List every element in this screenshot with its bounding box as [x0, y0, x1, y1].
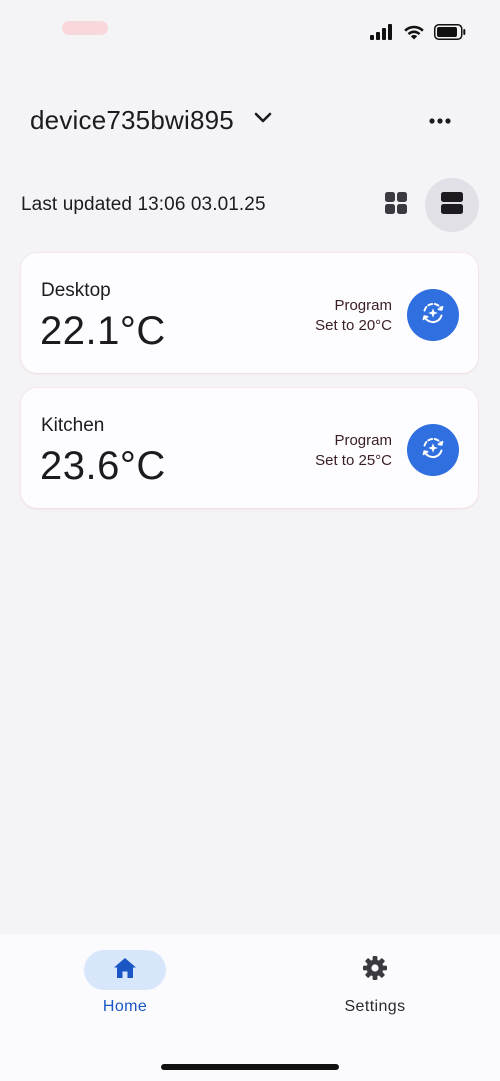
program-setpoint: Set to 25°C: [315, 452, 392, 469]
grid-view-button[interactable]: [369, 178, 423, 232]
room-temperature: 23.6°C: [40, 444, 166, 488]
nav-label-home: Home: [102, 998, 148, 1015]
room-name: Kitchen: [41, 415, 105, 436]
program-button[interactable]: [407, 289, 459, 341]
more-horizontal-icon: [429, 111, 451, 129]
program-button[interactable]: [407, 424, 459, 476]
program-schedule-icon: [419, 299, 447, 332]
status-icons: [370, 24, 466, 45]
room-card-kitchen[interactable]: Kitchen 23.6°C Program Set to 25°C: [21, 388, 478, 508]
gear-icon: [362, 955, 388, 986]
view-toggle: [369, 178, 479, 232]
program-label: Program: [334, 297, 392, 314]
program-setpoint: Set to 20°C: [315, 317, 392, 334]
device-selector[interactable]: device735bwi895: [30, 96, 272, 144]
nav-indicator: [84, 950, 166, 990]
list-view-button[interactable]: [425, 178, 479, 232]
last-updated-text: Last updated 13:06 03.01.25: [21, 194, 266, 215]
status-bar: [0, 0, 500, 60]
battery-icon: [434, 24, 466, 45]
home-indicator-bar: [161, 1064, 339, 1070]
list-view-icon: [440, 191, 464, 220]
program-info: Program Set to 20°C: [315, 296, 392, 336]
cellular-signal-icon: [370, 24, 394, 45]
nav-item-home[interactable]: Home: [65, 950, 185, 1016]
program-label: Program: [334, 432, 392, 449]
nav-item-settings[interactable]: Settings: [315, 950, 435, 1016]
device-name: device735bwi895: [30, 104, 234, 135]
program-info: Program Set to 25°C: [315, 431, 392, 471]
room-name: Desktop: [41, 280, 111, 301]
chevron-down-icon: [254, 111, 272, 129]
room-card-desktop[interactable]: Desktop 22.1°C Program Set to 20°C: [21, 253, 478, 373]
room-temperature: 22.1°C: [40, 309, 166, 353]
home-icon: [113, 957, 137, 984]
nav-indicator: [334, 950, 416, 990]
status-indicator-pill: [62, 21, 108, 35]
wifi-icon: [403, 24, 425, 45]
bottom-navigation: Home Settings: [0, 934, 500, 1081]
app-header: device735bwi895: [0, 96, 500, 144]
more-options-button[interactable]: [416, 96, 464, 144]
program-schedule-icon: [419, 434, 447, 467]
grid-view-icon: [384, 191, 408, 220]
update-row: Last updated 13:06 03.01.25: [0, 178, 500, 232]
nav-label-settings: Settings: [344, 998, 406, 1015]
